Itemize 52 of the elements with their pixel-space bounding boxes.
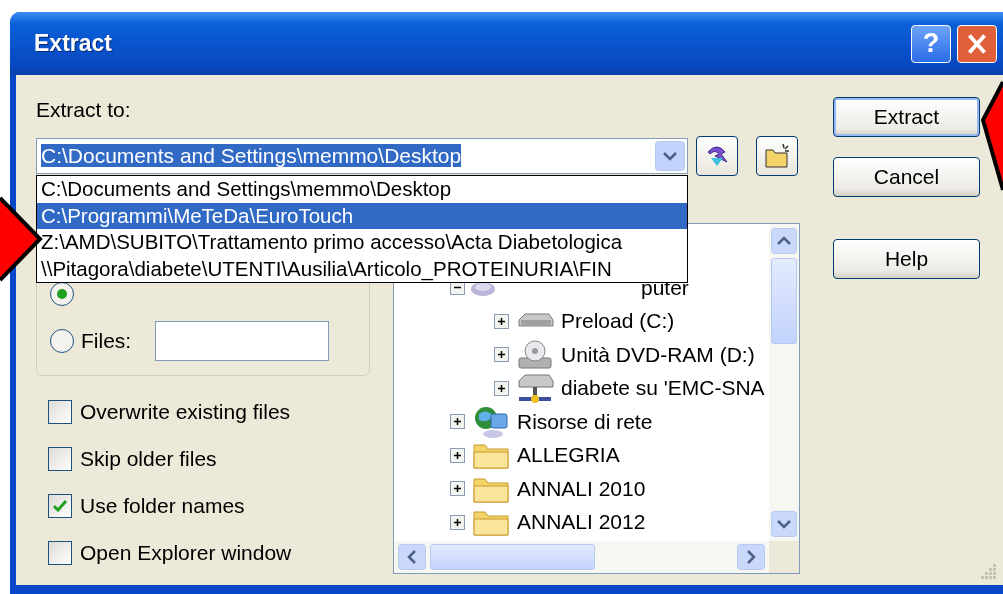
path-combobox[interactable]: C:\Documents and Settings\memmo\Desktop bbox=[36, 138, 688, 174]
field-label: Extract to: bbox=[36, 97, 132, 123]
checkbox-label: Overwrite existing files bbox=[80, 399, 291, 424]
expand-icon[interactable] bbox=[450, 514, 465, 530]
checkbox-label: Use folder names bbox=[80, 493, 245, 518]
expand-icon[interactable] bbox=[450, 481, 465, 497]
dropdown-option[interactable]: C:\Programmi\MeTeDa\EuroTouch bbox=[37, 202, 687, 229]
expand-icon[interactable] bbox=[450, 447, 465, 463]
dropdown-option[interactable]: C:\Documents and Settings\memmo\Desktop bbox=[37, 176, 687, 203]
scrollbar-corner bbox=[769, 541, 799, 573]
window-title: Extract bbox=[33, 30, 113, 57]
tree-item[interactable]: ALLEGRIA bbox=[517, 443, 620, 468]
tree-item[interactable]: Unità DVD-RAM (D:) bbox=[561, 342, 755, 367]
scroll-down-button[interactable] bbox=[771, 511, 797, 537]
tree-item[interactable]: Risorse di rete bbox=[517, 409, 653, 434]
expand-icon[interactable] bbox=[494, 313, 509, 329]
expand-icon[interactable] bbox=[494, 347, 509, 363]
scroll-left-button[interactable] bbox=[398, 544, 426, 570]
tree-item[interactable]: diabete su 'EMC-SNA bbox=[561, 376, 765, 401]
expand-icon[interactable] bbox=[494, 380, 509, 396]
checkbox-label: Open Explorer window bbox=[80, 540, 292, 565]
radio-button[interactable] bbox=[49, 328, 75, 354]
network-drive-icon bbox=[515, 371, 555, 406]
dialog-button[interactable]: Extract bbox=[833, 97, 980, 137]
tree-item[interactable]: ANNALI 2012 bbox=[517, 510, 646, 535]
disc-drive-icon bbox=[515, 337, 555, 372]
checkbox[interactable] bbox=[48, 399, 72, 424]
checkbox[interactable] bbox=[48, 540, 72, 565]
toolbar-button[interactable] bbox=[756, 136, 798, 176]
radio-button[interactable] bbox=[49, 281, 75, 307]
expand-icon[interactable] bbox=[450, 414, 465, 430]
close-button[interactable] bbox=[957, 24, 997, 63]
dropdown-option[interactable]: \\Pitagora\diabete\UTENTI\Ausilia\Articolo_PROTEINURIA\FIN bbox=[37, 255, 687, 282]
dropdown-option[interactable]: Z:\AMD\SUBITO\Trattamento primo accesso\Acta Diabetologica bbox=[37, 229, 687, 256]
tree-item[interactable]: ANNALI 2010 bbox=[517, 476, 646, 501]
radio-label: Files: bbox=[81, 329, 132, 353]
checkbox[interactable] bbox=[48, 446, 72, 471]
scroll-right-button[interactable] bbox=[737, 544, 765, 570]
checkmark-icon bbox=[52, 498, 68, 513]
dialog-button[interactable]: Cancel bbox=[833, 157, 980, 197]
checkbox[interactable] bbox=[48, 493, 72, 518]
new-folder-icon bbox=[763, 142, 791, 170]
toolbar-button[interactable] bbox=[696, 136, 738, 176]
scrollbar-thumb[interactable] bbox=[771, 258, 797, 344]
scrollbar-thumb[interactable] bbox=[430, 544, 595, 570]
pointer-arrow-icon bbox=[981, 80, 1003, 192]
tree-item[interactable]: Preload (C:) bbox=[561, 309, 675, 334]
input-field[interactable] bbox=[155, 321, 330, 361]
dialog-button[interactable]: Help bbox=[833, 239, 980, 279]
resize-grip-icon[interactable] bbox=[979, 562, 997, 580]
scroll-up-button[interactable] bbox=[771, 228, 797, 254]
checkbox-label: Skip older files bbox=[80, 446, 217, 471]
